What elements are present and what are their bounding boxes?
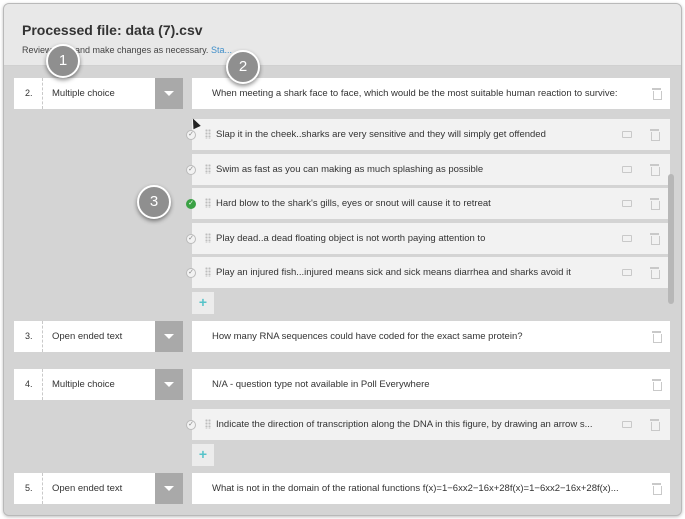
image-icon[interactable] [622, 421, 632, 428]
scrollbar[interactable] [668, 174, 674, 304]
image-icon[interactable] [622, 235, 632, 242]
drag-handle-icon[interactable] [205, 164, 211, 174]
question-text[interactable]: When meeting a shark face to face, which… [192, 78, 670, 109]
answer-row[interactable]: ✓ Indicate the direction of transcriptio… [186, 409, 670, 440]
page-title: Processed file: data (7).csv [22, 22, 203, 38]
type-dropdown-button[interactable] [155, 473, 183, 504]
question-text-value: N/A - question type not available in Pol… [212, 379, 430, 390]
callout-marker: 2 [226, 50, 260, 84]
check-icon[interactable]: ✓ [186, 234, 196, 244]
question-type-select[interactable]: Open ended text [42, 473, 155, 504]
drag-handle-icon[interactable] [205, 198, 211, 208]
start-link[interactable]: Sta... [211, 45, 232, 55]
question-type-select[interactable]: Multiple choice [42, 369, 155, 400]
trash-icon[interactable] [650, 198, 660, 210]
question-type-select[interactable]: Open ended text [42, 321, 155, 352]
question-text-value: How many RNA sequences could have coded … [212, 331, 523, 342]
question-row: 2. Multiple choice When meeting a shark … [14, 78, 674, 109]
question-text-value: What is not in the domain of the rationa… [212, 483, 619, 494]
image-icon[interactable] [622, 131, 632, 138]
callout-marker: 3 [137, 185, 171, 219]
image-icon[interactable] [622, 166, 632, 173]
answer-row[interactable]: ✓ Hard blow to the shark's gills, eyes o… [186, 188, 670, 219]
callout-marker: 1 [46, 44, 80, 78]
chevron-down-icon [164, 91, 174, 96]
question-number: 5. [14, 473, 42, 504]
answer-text: Play an injured fish...injured means sic… [216, 267, 571, 278]
answer-text: Hard blow to the shark's gills, eyes or … [216, 198, 491, 209]
image-icon[interactable] [622, 269, 632, 276]
panel-header: Processed file: data (7).csv Review poll… [4, 4, 681, 66]
drag-handle-icon[interactable] [205, 419, 211, 429]
trash-icon[interactable] [652, 483, 662, 495]
questions-list: 2. Multiple choice When meeting a shark … [4, 74, 681, 515]
plus-icon: + [198, 446, 208, 462]
question-type-select[interactable]: Multiple choice [42, 78, 155, 109]
correct-check-icon[interactable]: ✓ [186, 199, 196, 209]
answer-row[interactable]: ✓ Slap it in the cheek..sharks are very … [186, 119, 670, 150]
question-row: 3. Open ended text How many RNA sequence… [14, 321, 674, 352]
drag-handle-icon[interactable] [205, 129, 211, 139]
plus-icon: + [198, 294, 208, 310]
trash-icon[interactable] [652, 88, 662, 100]
answer-text: Slap it in the cheek..sharks are very se… [216, 129, 546, 140]
trash-icon[interactable] [650, 419, 660, 431]
check-icon[interactable]: ✓ [186, 130, 196, 140]
type-dropdown-button[interactable] [155, 369, 183, 400]
image-icon[interactable] [622, 200, 632, 207]
question-row: 5. Open ended text What is not in the do… [14, 473, 674, 504]
type-dropdown-button[interactable] [155, 321, 183, 352]
question-text[interactable]: N/A - question type not available in Pol… [192, 369, 670, 400]
answer-row[interactable]: ✓ Swim as fast as you can making as much… [186, 154, 670, 185]
question-number: 4. [14, 369, 42, 400]
trash-icon[interactable] [650, 129, 660, 141]
question-text[interactable]: What is not in the domain of the rationa… [192, 473, 670, 504]
drag-handle-icon[interactable] [205, 267, 211, 277]
check-icon[interactable]: ✓ [186, 420, 196, 430]
trash-icon[interactable] [652, 331, 662, 343]
question-row: 4. Multiple choice N/A - question type n… [14, 369, 674, 400]
import-review-panel: Processed file: data (7).csv Review poll… [3, 3, 682, 516]
type-dropdown-button[interactable] [155, 78, 183, 109]
answer-row[interactable]: ✓ Play an injured fish...injured means s… [186, 257, 670, 288]
check-icon[interactable]: ✓ [186, 165, 196, 175]
chevron-down-icon [164, 486, 174, 491]
question-text-value: When meeting a shark face to face, which… [212, 88, 618, 99]
trash-icon[interactable] [650, 164, 660, 176]
answer-row[interactable]: ✓ Play dead..a dead floating object is n… [186, 223, 670, 254]
answer-text: Play dead..a dead floating object is not… [216, 233, 486, 244]
answer-text: Indicate the direction of transcription … [216, 419, 593, 430]
add-answer-button[interactable]: + [192, 292, 214, 314]
chevron-down-icon [164, 382, 174, 387]
answer-text: Swim as fast as you can making as much s… [216, 164, 484, 175]
question-text[interactable]: How many RNA sequences could have coded … [192, 321, 670, 352]
drag-handle-icon[interactable] [205, 233, 211, 243]
question-number: 3. [14, 321, 42, 352]
question-number: 2. [14, 78, 42, 109]
check-icon[interactable]: ✓ [186, 268, 196, 278]
trash-icon[interactable] [650, 233, 660, 245]
chevron-down-icon [164, 334, 174, 339]
trash-icon[interactable] [650, 267, 660, 279]
trash-icon[interactable] [652, 379, 662, 391]
add-answer-button[interactable]: + [192, 444, 214, 466]
